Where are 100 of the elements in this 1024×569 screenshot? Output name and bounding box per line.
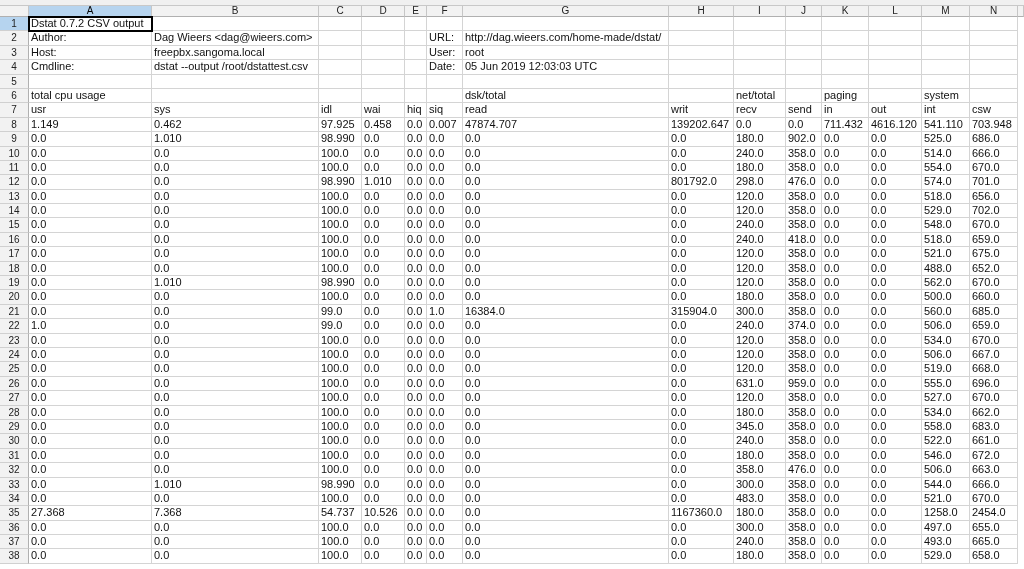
table-cell[interactable]: 0.0 xyxy=(152,419,319,435)
row-header[interactable]: 35 xyxy=(0,506,29,521)
table-cell[interactable]: 0.0 xyxy=(29,376,152,392)
column-header[interactable]: I xyxy=(734,6,786,17)
table-cell[interactable]: 488.0 xyxy=(922,261,970,277)
table-cell[interactable]: 0.0 xyxy=(427,391,463,406)
table-cell[interactable]: 418.0 xyxy=(786,232,822,248)
table-cell[interactable]: 0.0 xyxy=(152,434,319,449)
table-cell[interactable]: 120.0 xyxy=(734,189,786,205)
table-cell[interactable]: 0.0 xyxy=(463,189,669,205)
table-cell[interactable]: 358.0 xyxy=(786,391,822,406)
table-cell[interactable]: 558.0 xyxy=(922,419,970,435)
table-cell[interactable]: 0.0 xyxy=(405,247,427,262)
table-cell[interactable]: 506.0 xyxy=(922,463,970,478)
table-cell[interactable]: 555.0 xyxy=(922,376,970,392)
table-cell[interactable]: 120.0 xyxy=(734,204,786,219)
table-cell[interactable]: 0.0 xyxy=(463,434,669,449)
table-cell[interactable]: 100.0 xyxy=(319,146,362,161)
table-cell[interactable]: 0.0 xyxy=(822,448,869,464)
table-cell[interactable]: 0.0 xyxy=(152,348,319,363)
table-cell[interactable]: 711.432 xyxy=(822,117,869,133)
table-cell[interactable]: send xyxy=(786,103,822,118)
table-cell[interactable]: 0.0 xyxy=(362,391,405,406)
table-cell[interactable]: 541.110 xyxy=(922,117,970,133)
table-cell[interactable]: 0.0 xyxy=(152,261,319,277)
table-cell[interactable]: 1258.0 xyxy=(922,506,970,521)
table-cell[interactable]: 0.0 xyxy=(463,319,669,334)
row-header[interactable]: 17 xyxy=(0,247,29,262)
table-cell[interactable]: 0.0 xyxy=(669,535,734,550)
row-header[interactable]: 25 xyxy=(0,362,29,377)
table-cell[interactable] xyxy=(405,74,427,89)
row-header[interactable]: 38 xyxy=(0,549,29,564)
table-cell[interactable] xyxy=(362,31,405,46)
table-cell[interactable]: 0.0 xyxy=(405,333,427,348)
table-cell[interactable]: 0.0 xyxy=(362,434,405,449)
column-header[interactable]: N xyxy=(970,6,1018,17)
table-cell[interactable]: 521.0 xyxy=(922,247,970,262)
table-cell[interactable]: 98.990 xyxy=(319,477,362,492)
table-cell[interactable]: 0.0 xyxy=(869,463,922,478)
table-cell[interactable]: 0.0 xyxy=(822,362,869,377)
table-cell[interactable]: 0.0 xyxy=(822,319,869,334)
table-cell[interactable]: 0.0 xyxy=(463,218,669,233)
table-cell[interactable]: 0.0 xyxy=(669,218,734,233)
table-cell[interactable]: 527.0 xyxy=(922,391,970,406)
table-cell[interactable]: 0.0 xyxy=(463,477,669,492)
table-cell[interactable]: 100.0 xyxy=(319,549,362,564)
table-cell[interactable]: 0.0 xyxy=(362,333,405,348)
table-cell[interactable]: 0.0 xyxy=(869,506,922,521)
table-cell[interactable]: 0.0 xyxy=(869,132,922,147)
table-cell[interactable]: 0.0 xyxy=(463,520,669,536)
table-cell[interactable]: 0.0 xyxy=(29,160,152,176)
table-cell[interactable]: Date: xyxy=(427,60,463,75)
table-cell[interactable]: 0.0 xyxy=(152,391,319,406)
table-cell[interactable]: 0.0 xyxy=(152,376,319,392)
table-cell[interactable]: 100.0 xyxy=(319,391,362,406)
table-cell[interactable]: 1.0 xyxy=(427,304,463,320)
table-cell[interactable]: 0.0 xyxy=(362,491,405,507)
table-cell[interactable]: 100.0 xyxy=(319,434,362,449)
table-cell[interactable]: 0.0 xyxy=(427,261,463,277)
table-cell[interactable]: 1.0 xyxy=(29,319,152,334)
table-cell[interactable]: 97.925 xyxy=(319,117,362,133)
table-cell[interactable]: 100.0 xyxy=(319,218,362,233)
table-cell[interactable]: 0.0 xyxy=(427,520,463,536)
table-cell[interactable]: 0.0 xyxy=(152,463,319,478)
table-cell[interactable]: 0.0 xyxy=(362,419,405,435)
table-cell[interactable]: 0.0 xyxy=(427,290,463,305)
table-cell[interactable]: 0.0 xyxy=(463,160,669,176)
table-cell[interactable]: 959.0 xyxy=(786,376,822,392)
table-cell[interactable]: 0.0 xyxy=(669,333,734,348)
table-cell[interactable]: 0.0 xyxy=(463,276,669,291)
table-cell[interactable]: 0.0 xyxy=(669,362,734,377)
row-header[interactable]: 1 xyxy=(0,17,29,32)
table-cell[interactable]: 548.0 xyxy=(922,218,970,233)
table-cell[interactable]: 100.0 xyxy=(319,463,362,478)
table-cell[interactable] xyxy=(786,74,822,89)
table-cell[interactable]: 0.0 xyxy=(427,333,463,348)
table-cell[interactable]: 0.0 xyxy=(786,117,822,133)
table-cell[interactable]: 0.0 xyxy=(822,290,869,305)
table-cell[interactable]: 0.0 xyxy=(822,535,869,550)
row-header[interactable]: 12 xyxy=(0,175,29,190)
table-cell[interactable]: 0.0 xyxy=(29,549,152,564)
column-header[interactable]: L xyxy=(869,6,922,17)
table-cell[interactable]: 0.0 xyxy=(463,535,669,550)
table-cell[interactable]: 0.0 xyxy=(822,160,869,176)
table-cell[interactable]: 0.0 xyxy=(869,333,922,348)
table-cell[interactable]: 298.0 xyxy=(734,175,786,190)
table-cell[interactable]: 120.0 xyxy=(734,362,786,377)
table-cell[interactable]: 0.0 xyxy=(822,520,869,536)
table-cell[interactable]: 0.0 xyxy=(29,247,152,262)
table-cell[interactable]: 0.0 xyxy=(362,232,405,248)
row-header[interactable]: 4 xyxy=(0,60,29,75)
table-cell[interactable]: 546.0 xyxy=(922,448,970,464)
table-cell[interactable]: system xyxy=(922,88,970,104)
table-cell[interactable]: 0.0 xyxy=(362,189,405,205)
table-cell[interactable]: 562.0 xyxy=(922,276,970,291)
table-cell[interactable]: usr xyxy=(29,103,152,118)
table-cell[interactable]: 0.0 xyxy=(669,376,734,392)
table-cell[interactable]: 521.0 xyxy=(922,491,970,507)
table-cell[interactable] xyxy=(362,88,405,104)
table-cell[interactable]: 27.368 xyxy=(29,506,152,521)
